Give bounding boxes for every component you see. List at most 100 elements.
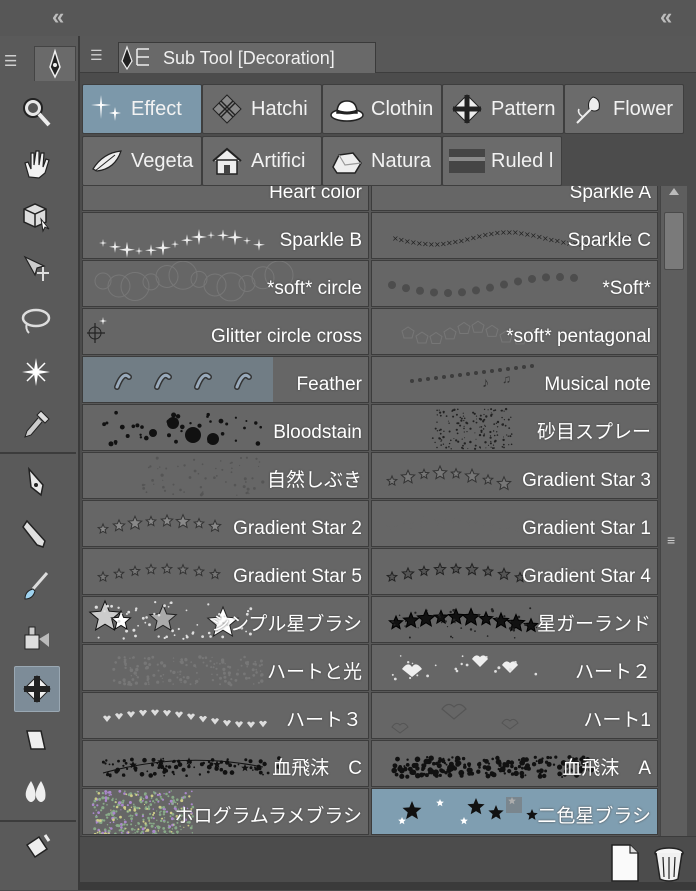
panel-menu-icon[interactable]: ☰ bbox=[90, 47, 103, 64]
blend-tool-icon[interactable] bbox=[14, 770, 58, 814]
brush-item[interactable]: 血飛沫 C bbox=[82, 740, 369, 787]
brush-label: Gradient Star 2 bbox=[233, 518, 362, 539]
category-tab-vegeta[interactable]: Vegeta bbox=[82, 136, 202, 186]
sub-tool-tab-icon bbox=[121, 45, 149, 71]
svg-text:♫: ♫ bbox=[502, 372, 511, 386]
pen-tool-icon[interactable] bbox=[14, 460, 58, 504]
leaf-icon bbox=[89, 143, 125, 179]
brush-list: Heart color Sparkle A Sparkle B × × × × × × × × × × ×… bbox=[82, 186, 658, 836]
brush-tool-icon[interactable] bbox=[14, 564, 58, 608]
brush-item[interactable]: 砂目スプレー bbox=[371, 404, 658, 451]
ruled-line-icon bbox=[449, 143, 485, 179]
brush-item[interactable]: *soft* pentagonal bbox=[371, 308, 658, 355]
category-label: Vegeta bbox=[131, 149, 194, 172]
new-document-icon[interactable] bbox=[610, 843, 640, 883]
brush-label: Sparkle C bbox=[567, 230, 651, 251]
brush-label: Gradient Star 3 bbox=[522, 470, 651, 491]
airbrush-tool-icon[interactable] bbox=[14, 616, 58, 660]
cube-select-tool-icon[interactable] bbox=[14, 194, 58, 238]
category-tab-ruled-l[interactable]: Ruled l bbox=[442, 136, 562, 186]
brush-item[interactable]: ハートと光 bbox=[82, 644, 369, 691]
category-label: Artifici bbox=[251, 149, 306, 172]
brush-item[interactable]: × × × × × × × × × × × × × × × × × × × × × × × × × × × × × × × × × × × × × × × ×… bbox=[371, 212, 658, 259]
pattern-icon bbox=[449, 91, 485, 127]
brush-item[interactable]: Gradient Star 4 bbox=[371, 548, 658, 595]
brush-label: *soft* circle bbox=[266, 278, 362, 299]
brush-item[interactable]: 星ガーランド bbox=[371, 596, 658, 643]
trash-icon[interactable] bbox=[652, 843, 686, 883]
sub-tool-tab[interactable]: Sub Tool [Decoration] bbox=[118, 42, 376, 73]
brush-label: Gradient Star 5 bbox=[233, 566, 362, 587]
brush-label: ハート２ bbox=[574, 662, 651, 683]
brush-item[interactable]: Gradient Star 3 bbox=[371, 452, 658, 499]
sub-tool-panel: ☰ Sub Tool [Decoration] Effect Hatchi Clot… bbox=[80, 36, 696, 891]
brush-item[interactable]: 血飛沫 A bbox=[371, 740, 658, 787]
brush-item[interactable]: ハート２ bbox=[371, 644, 658, 691]
category-label: Natura bbox=[371, 149, 432, 172]
brush-item[interactable]: ハート1 bbox=[371, 692, 658, 739]
hat-icon bbox=[329, 91, 365, 127]
collapse-left-icon[interactable]: « bbox=[52, 4, 65, 30]
brush-item[interactable]: ホログラムラメブラシ bbox=[82, 788, 369, 835]
resize-grip-icon[interactable]: ≡ bbox=[667, 532, 675, 548]
palette-menu-icon[interactable]: ☰ bbox=[4, 52, 26, 72]
brush-label: Sparkle B bbox=[279, 230, 362, 251]
fill-tool-icon[interactable] bbox=[14, 826, 58, 870]
house-icon bbox=[209, 143, 245, 179]
brush-label: 砂目スプレー bbox=[536, 422, 651, 443]
brush-item[interactable]: Gradient Star 1 bbox=[371, 500, 658, 547]
brush-label: ハート３ bbox=[285, 710, 362, 731]
brush-item[interactable]: ♪ ♫ Musical note bbox=[371, 356, 658, 403]
collapse-right-icon[interactable]: « bbox=[660, 4, 673, 30]
move-tool-icon[interactable] bbox=[14, 246, 58, 290]
category-tab-effect[interactable]: Effect bbox=[82, 84, 202, 134]
brush-item[interactable]: *Soft* bbox=[371, 260, 658, 307]
brush-label: Gradient Star 4 bbox=[522, 566, 651, 587]
sparkle-icon bbox=[89, 91, 125, 127]
brush-label: ハート1 bbox=[583, 710, 651, 731]
tool-palette: ☰ bbox=[0, 36, 80, 890]
brush-label: シンプル星ブラシ bbox=[210, 614, 362, 635]
category-label: Flower bbox=[613, 97, 674, 120]
rock-icon bbox=[329, 143, 365, 179]
tool-tab-pen-icon[interactable] bbox=[34, 46, 76, 81]
brush-label: 血飛沫 C bbox=[272, 758, 362, 779]
hatching-icon bbox=[209, 91, 245, 127]
brush-item[interactable]: Feather bbox=[82, 356, 369, 403]
brush-label: ハートと光 bbox=[266, 662, 362, 683]
eraser-tool-icon[interactable] bbox=[14, 718, 58, 762]
brush-item[interactable]: Bloodstain bbox=[82, 404, 369, 451]
zoom-tool-icon[interactable] bbox=[14, 90, 58, 134]
brush-item[interactable]: Gradient Star 5 bbox=[82, 548, 369, 595]
brush-item[interactable]: Sparkle B bbox=[82, 212, 369, 259]
category-tab-flower[interactable]: Flower bbox=[564, 84, 684, 134]
brush-label: Gradient Star 1 bbox=[522, 518, 651, 539]
hand-tool-icon[interactable] bbox=[14, 142, 58, 186]
brush-label: Feather bbox=[296, 374, 362, 395]
eyedropper-tool-icon[interactable] bbox=[14, 402, 58, 446]
category-tab-pattern[interactable]: Pattern bbox=[442, 84, 564, 134]
brush-item[interactable]: Gradient Star 2 bbox=[82, 500, 369, 547]
scroll-thumb[interactable] bbox=[664, 212, 684, 270]
brush-item[interactable]: 自然しぶき bbox=[82, 452, 369, 499]
decoration-tool-icon[interactable] bbox=[14, 666, 60, 712]
brush-item[interactable]: シンプル星ブラシ bbox=[82, 596, 369, 643]
tool-palette-tabbar: ☰ bbox=[0, 44, 78, 81]
tool-separator bbox=[0, 452, 76, 454]
category-tab-clothin[interactable]: Clothin bbox=[322, 84, 442, 134]
next-panel-edge bbox=[80, 882, 696, 890]
brush-item[interactable]: 二色星ブラシ bbox=[371, 788, 658, 835]
lasso-tool-icon[interactable] bbox=[14, 298, 58, 342]
pencil-tool-icon[interactable] bbox=[14, 512, 58, 556]
brush-item[interactable]: Sparkle A bbox=[371, 186, 658, 211]
scroll-up-icon[interactable] bbox=[669, 188, 679, 195]
brush-item[interactable]: ハート３ bbox=[82, 692, 369, 739]
auto-select-tool-icon[interactable] bbox=[14, 350, 58, 394]
list-scrollbar[interactable]: ≡ bbox=[660, 186, 687, 836]
brush-item[interactable]: Glitter circle cross bbox=[82, 308, 369, 355]
brush-item[interactable]: *soft* circle bbox=[82, 260, 369, 307]
brush-item[interactable]: Heart color bbox=[82, 186, 369, 211]
category-tab-natura[interactable]: Natura bbox=[322, 136, 442, 186]
category-tab-artifici[interactable]: Artifici bbox=[202, 136, 322, 186]
category-tab-hatchi[interactable]: Hatchi bbox=[202, 84, 322, 134]
